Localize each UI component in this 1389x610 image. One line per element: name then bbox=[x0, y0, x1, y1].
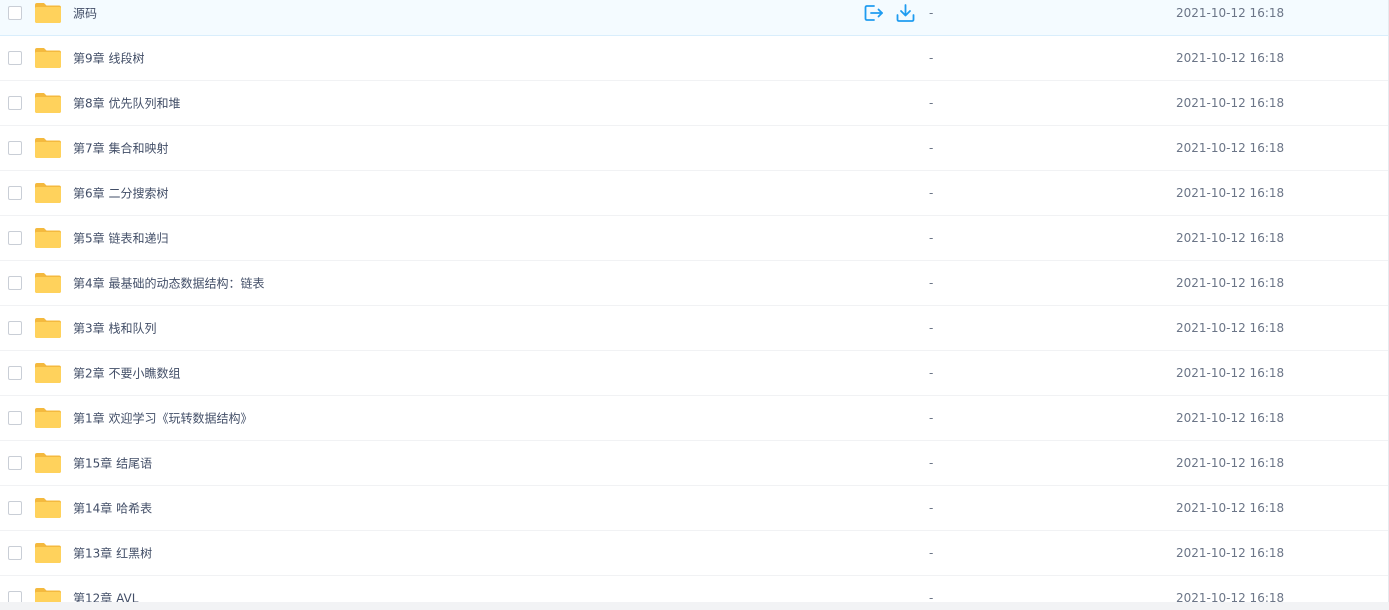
file-row[interactable]: 第8章 优先队列和堆 - 2021-10-12 16:18 bbox=[0, 81, 1389, 126]
file-rows: 第9章 线段树 - 2021-10-12 16:18 第8章 优先队列和堆 - … bbox=[0, 36, 1389, 602]
file-modified-date: 2021-10-12 16:18 bbox=[1176, 96, 1285, 110]
row-checkbox[interactable] bbox=[8, 6, 22, 20]
horizontal-scrollbar[interactable] bbox=[0, 602, 1389, 610]
file-size: - bbox=[929, 276, 934, 290]
file-modified-date: 2021-10-12 16:18 bbox=[1176, 231, 1285, 245]
file-row[interactable]: 第13章 红黑树 - 2021-10-12 16:18 bbox=[0, 531, 1389, 576]
folder-icon bbox=[35, 273, 61, 293]
file-size: - bbox=[929, 231, 934, 245]
folder-icon bbox=[35, 408, 61, 428]
file-modified-date: 2021-10-12 16:18 bbox=[1176, 321, 1285, 335]
file-name[interactable]: 第8章 优先队列和堆 bbox=[73, 95, 180, 112]
row-checkbox[interactable] bbox=[8, 546, 22, 560]
row-checkbox[interactable] bbox=[8, 141, 22, 155]
file-size: - bbox=[929, 366, 934, 380]
file-modified-date: 2021-10-12 16:18 bbox=[1176, 591, 1285, 602]
file-modified-date: 2021-10-12 16:18 bbox=[1176, 141, 1285, 155]
file-size: - bbox=[929, 546, 934, 560]
file-size: - bbox=[929, 96, 934, 110]
file-row[interactable]: 第12章 AVL - 2021-10-12 16:18 bbox=[0, 576, 1389, 602]
file-row[interactable]: 第9章 线段树 - 2021-10-12 16:18 bbox=[0, 36, 1389, 81]
file-name[interactable]: 第7章 集合和映射 bbox=[73, 140, 168, 157]
file-name[interactable]: 第1章 欢迎学习《玩转数据结构》 bbox=[73, 410, 252, 427]
file-name[interactable]: 第12章 AVL bbox=[73, 590, 138, 603]
file-modified-date: 2021-10-12 16:18 bbox=[1176, 456, 1285, 470]
row-checkbox[interactable] bbox=[8, 591, 22, 602]
download-icon[interactable] bbox=[895, 3, 916, 23]
file-modified-date: 2021-10-12 16:18 bbox=[1176, 411, 1285, 425]
row-checkbox[interactable] bbox=[8, 276, 22, 290]
file-modified-date: 2021-10-12 16:18 bbox=[1176, 51, 1285, 65]
folder-icon bbox=[35, 588, 61, 602]
file-name[interactable]: 第2章 不要小瞧数组 bbox=[73, 365, 180, 382]
file-name[interactable]: 第5章 链表和递归 bbox=[73, 230, 168, 247]
file-size: - bbox=[929, 141, 934, 155]
file-modified-date: 2021-10-12 16:18 bbox=[1176, 546, 1285, 560]
folder-icon bbox=[35, 228, 61, 248]
folder-icon bbox=[35, 93, 61, 113]
file-size: - bbox=[929, 51, 934, 65]
file-size: - bbox=[929, 591, 934, 602]
row-checkbox[interactable] bbox=[8, 321, 22, 335]
file-size: - bbox=[929, 6, 934, 20]
row-checkbox[interactable] bbox=[8, 411, 22, 425]
file-modified-date: 2021-10-12 16:18 bbox=[1176, 501, 1285, 515]
row-checkbox[interactable] bbox=[8, 231, 22, 245]
row-checkbox[interactable] bbox=[8, 96, 22, 110]
file-name[interactable]: 第3章 栈和队列 bbox=[73, 320, 156, 337]
folder-icon bbox=[35, 138, 61, 158]
folder-icon bbox=[35, 3, 61, 23]
folder-icon bbox=[35, 363, 61, 383]
file-name[interactable]: 第14章 哈希表 bbox=[73, 500, 152, 517]
file-row[interactable]: 第14章 哈希表 - 2021-10-12 16:18 bbox=[0, 486, 1389, 531]
file-row[interactable]: 第15章 结尾语 - 2021-10-12 16:18 bbox=[0, 441, 1389, 486]
row-actions bbox=[863, 3, 916, 23]
folder-icon bbox=[35, 453, 61, 473]
file-row[interactable]: 第2章 不要小瞧数组 - 2021-10-12 16:18 bbox=[0, 351, 1389, 396]
row-checkbox[interactable] bbox=[8, 366, 22, 380]
file-row[interactable]: 第3章 栈和队列 - 2021-10-12 16:18 bbox=[0, 306, 1389, 351]
row-checkbox[interactable] bbox=[8, 186, 22, 200]
file-row-hovered[interactable]: 源码 - 2021-10-12 16:18 bbox=[0, 0, 1389, 36]
file-size: - bbox=[929, 411, 934, 425]
file-row[interactable]: 第4章 最基础的动态数据结构：链表 - 2021-10-12 16:18 bbox=[0, 261, 1389, 306]
file-list: 源码 - 2021-10-12 16:18 第9章 线段树 - 2021-10-… bbox=[0, 0, 1389, 602]
file-row[interactable]: 第7章 集合和映射 - 2021-10-12 16:18 bbox=[0, 126, 1389, 171]
file-size: - bbox=[929, 321, 934, 335]
folder-icon bbox=[35, 318, 61, 338]
file-size: - bbox=[929, 186, 934, 200]
file-name[interactable]: 第15章 结尾语 bbox=[73, 455, 152, 472]
row-checkbox[interactable] bbox=[8, 51, 22, 65]
file-name[interactable]: 第13章 红黑树 bbox=[73, 545, 152, 562]
file-modified-date: 2021-10-12 16:18 bbox=[1176, 6, 1285, 20]
file-modified-date: 2021-10-12 16:18 bbox=[1176, 366, 1285, 380]
file-name[interactable]: 第4章 最基础的动态数据结构：链表 bbox=[73, 275, 264, 292]
file-name[interactable]: 源码 bbox=[73, 5, 97, 22]
folder-icon bbox=[35, 498, 61, 518]
file-name[interactable]: 第6章 二分搜索树 bbox=[73, 185, 168, 202]
folder-icon bbox=[35, 48, 61, 68]
file-size: - bbox=[929, 501, 934, 515]
file-row[interactable]: 第6章 二分搜索树 - 2021-10-12 16:18 bbox=[0, 171, 1389, 216]
share-out-icon[interactable] bbox=[863, 3, 884, 23]
row-checkbox[interactable] bbox=[8, 501, 22, 515]
file-size: - bbox=[929, 456, 934, 470]
folder-icon bbox=[35, 183, 61, 203]
row-checkbox[interactable] bbox=[8, 456, 22, 470]
folder-icon bbox=[35, 543, 61, 563]
file-name[interactable]: 第9章 线段树 bbox=[73, 50, 144, 67]
file-modified-date: 2021-10-12 16:18 bbox=[1176, 186, 1285, 200]
file-row[interactable]: 第5章 链表和递归 - 2021-10-12 16:18 bbox=[0, 216, 1389, 261]
file-modified-date: 2021-10-12 16:18 bbox=[1176, 276, 1285, 290]
file-row[interactable]: 第1章 欢迎学习《玩转数据结构》 - 2021-10-12 16:18 bbox=[0, 396, 1389, 441]
